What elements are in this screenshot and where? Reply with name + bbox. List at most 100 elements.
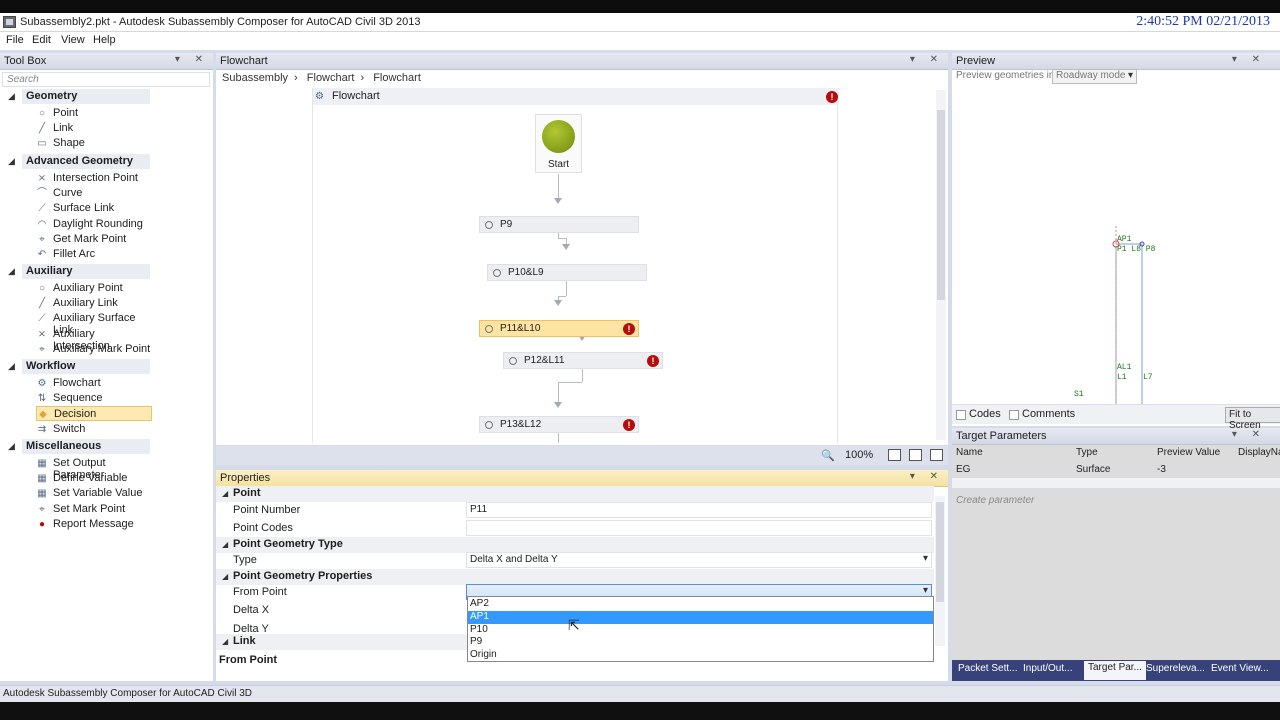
collapse-icon[interactable]: ◢ [8, 266, 15, 277]
menu-view[interactable]: View [61, 34, 85, 46]
toolbox-item[interactable]: ⨯ Intersection Point [36, 171, 152, 186]
overview-icon[interactable] [930, 449, 943, 461]
menu-help[interactable]: Help [93, 34, 116, 46]
error-icon[interactable]: ! [623, 419, 635, 431]
toolbox-item[interactable]: ⌖ Get Mark Point [36, 232, 152, 247]
bottom-tab[interactable]: Input/Out... [1023, 663, 1072, 674]
section-geometry-properties[interactable]: ◢ Point Geometry Properties [216, 569, 934, 585]
breadcrumb-item[interactable]: Subassembly [222, 72, 288, 84]
table-cell[interactable]: -3 [1157, 464, 1166, 475]
menu-edit[interactable]: Edit [32, 34, 51, 46]
flowchart-node[interactable]: P13&L12! [479, 416, 639, 433]
start-node[interactable]: Start [535, 114, 582, 173]
type-select[interactable]: Delta X and Delta Y [466, 552, 932, 568]
error-icon[interactable]: ! [623, 323, 635, 335]
toolbox-item[interactable]: ▦ Set Output Parameter [36, 456, 152, 481]
toolbox-item[interactable]: ○ Auxiliary Point [36, 281, 152, 296]
preview-canvas[interactable]: AP1 P1 L8 P8 AL1 L1 L7 S1 [952, 86, 1280, 404]
toolbox-item[interactable]: ⇉ Switch [36, 422, 152, 437]
dropdown-option[interactable]: P10 [468, 624, 933, 637]
error-icon[interactable]: ! [647, 355, 659, 367]
error-icon[interactable]: ! [826, 91, 838, 103]
column-header[interactable]: Type [1076, 447, 1098, 458]
zoom-icon[interactable]: 🔍 [821, 449, 835, 462]
expand-icon[interactable] [909, 449, 922, 461]
create-parameter-input[interactable]: Create parameter [956, 495, 1034, 506]
table-cell[interactable]: EG [956, 464, 970, 475]
toolbox-item[interactable]: ◠ Daylight Rounding [36, 217, 152, 232]
toolbox-item[interactable]: ◆ Decision [36, 406, 152, 422]
collapse-icon[interactable]: ◢ [222, 489, 228, 498]
breadcrumb-item[interactable]: Flowchart [373, 72, 421, 84]
toolbox-item[interactable]: ▦ Define Variable [36, 471, 152, 486]
panel-controls-icon[interactable]: ▾ ✕ [175, 54, 209, 65]
collapse-icon[interactable]: ◢ [8, 361, 15, 372]
from-point-dropdown[interactable]: AP2 AP1 P10 P9 Origin [467, 596, 934, 662]
collapse-icon[interactable]: ◢ [8, 91, 15, 102]
dropdown-option[interactable]: Origin [468, 649, 933, 662]
column-header[interactable]: Preview Value [1157, 447, 1220, 458]
toolbox-category[interactable]: ◢ Auxiliary [8, 264, 150, 279]
toolbox-item[interactable]: ○ Point [36, 106, 152, 121]
bottom-tab[interactable]: Target Par... [1084, 661, 1146, 680]
collapse-icon[interactable]: ◢ [8, 156, 15, 167]
dropdown-option[interactable]: P9 [468, 636, 933, 649]
preview-mode-select[interactable]: Roadway mode [1052, 69, 1137, 84]
breadcrumb-item[interactable]: Flowchart [307, 72, 355, 84]
toolbox-item[interactable]: ● Report Message [36, 517, 152, 532]
toolbox-item[interactable]: ▭ Shape [36, 136, 152, 151]
comments-checkbox[interactable] [1009, 410, 1019, 420]
bottom-tab[interactable]: Supereleva... [1146, 663, 1205, 674]
panel-controls-icon[interactable]: ▾ ✕ [1232, 429, 1266, 440]
flowchart-scrollbar[interactable] [936, 90, 946, 440]
toolbox-item[interactable]: ╱ Link [36, 121, 152, 136]
column-header[interactable]: Name [956, 447, 983, 458]
toolbox-item[interactable]: ⇅ Sequence [36, 391, 152, 406]
scrollbar-thumb[interactable] [937, 110, 945, 300]
section-point[interactable]: ◢ Point [216, 486, 934, 502]
toolbox-item[interactable]: ⌖ Set Mark Point [36, 502, 152, 517]
toolbox-category[interactable]: ◢ Workflow [8, 359, 150, 374]
collapse-icon[interactable]: ◢ [222, 540, 228, 549]
fit-to-screen-button[interactable]: Fit to Screen [1225, 407, 1280, 431]
flowchart-node[interactable]: P11&L10! [479, 320, 639, 337]
toolbox-item[interactable]: ╱ Auxiliary Link [36, 296, 152, 311]
bottom-tab[interactable]: Packet Sett... [958, 663, 1017, 674]
flowchart-node[interactable]: P9 [479, 216, 639, 233]
column-header[interactable]: DisplayNa [1238, 447, 1280, 458]
panel-controls-icon[interactable]: ▾ ✕ [1232, 54, 1266, 65]
point-codes-field[interactable] [466, 520, 932, 536]
flowchart-node[interactable]: P12&L11! [503, 352, 663, 369]
collapse-icon[interactable]: ◢ [222, 572, 228, 581]
fit-page-icon[interactable] [888, 449, 901, 461]
zoom-level[interactable]: 100% [845, 449, 873, 461]
flowchart-node[interactable]: P10&L9 [487, 264, 647, 281]
menu-file[interactable]: File [6, 34, 24, 46]
toolbox-item[interactable]: ⟋ Auxiliary Surface Link [36, 311, 152, 336]
scrollbar-thumb[interactable] [936, 502, 944, 602]
dropdown-option[interactable]: AP1 [468, 610, 933, 624]
toolbox-category[interactable]: ◢ Advanced Geometry [8, 154, 150, 169]
bottom-tab[interactable]: Event View... [1211, 663, 1269, 674]
panel-controls-icon[interactable]: ▾ ✕ [910, 471, 944, 482]
toolbox-item[interactable]: ⌒ Curve [36, 186, 152, 201]
flowchart-canvas-header[interactable]: ⚙ Flowchart ! [313, 88, 839, 105]
dropdown-option[interactable]: AP2 [468, 598, 933, 611]
toolbox-category[interactable]: ◢ Geometry [8, 89, 150, 104]
toolbox-item[interactable]: ⨯ Auxiliary Intersection [36, 327, 152, 352]
collapse-icon[interactable]: ◢ [222, 637, 228, 646]
section-geometry-type[interactable]: ◢ Point Geometry Type [216, 537, 934, 553]
panel-controls-icon[interactable]: ▾ ✕ [910, 54, 944, 65]
toolbox-search-input[interactable]: Search [2, 72, 210, 87]
toolbox-item[interactable]: ▦ Set Variable Value [36, 486, 152, 501]
codes-checkbox[interactable] [956, 410, 966, 420]
toolbox-item[interactable]: ⚙ Flowchart [36, 376, 152, 391]
collapse-icon[interactable]: ◢ [8, 441, 15, 452]
toolbox-item[interactable]: ↶ Fillet Arc [36, 247, 152, 262]
table-cell[interactable]: Surface [1076, 464, 1110, 475]
target-parameters-scrollbar[interactable] [952, 478, 1280, 488]
toolbox-item[interactable]: ⌖ Auxiliary Mark Point [36, 342, 152, 357]
point-number-field[interactable]: P11 [466, 502, 932, 518]
flowchart-canvas[interactable]: ⚙ Flowchart ! Start P9 P10&L9 P11&L10! P12&… [312, 88, 839, 443]
toolbox-category[interactable]: ◢ Miscellaneous [8, 439, 150, 454]
